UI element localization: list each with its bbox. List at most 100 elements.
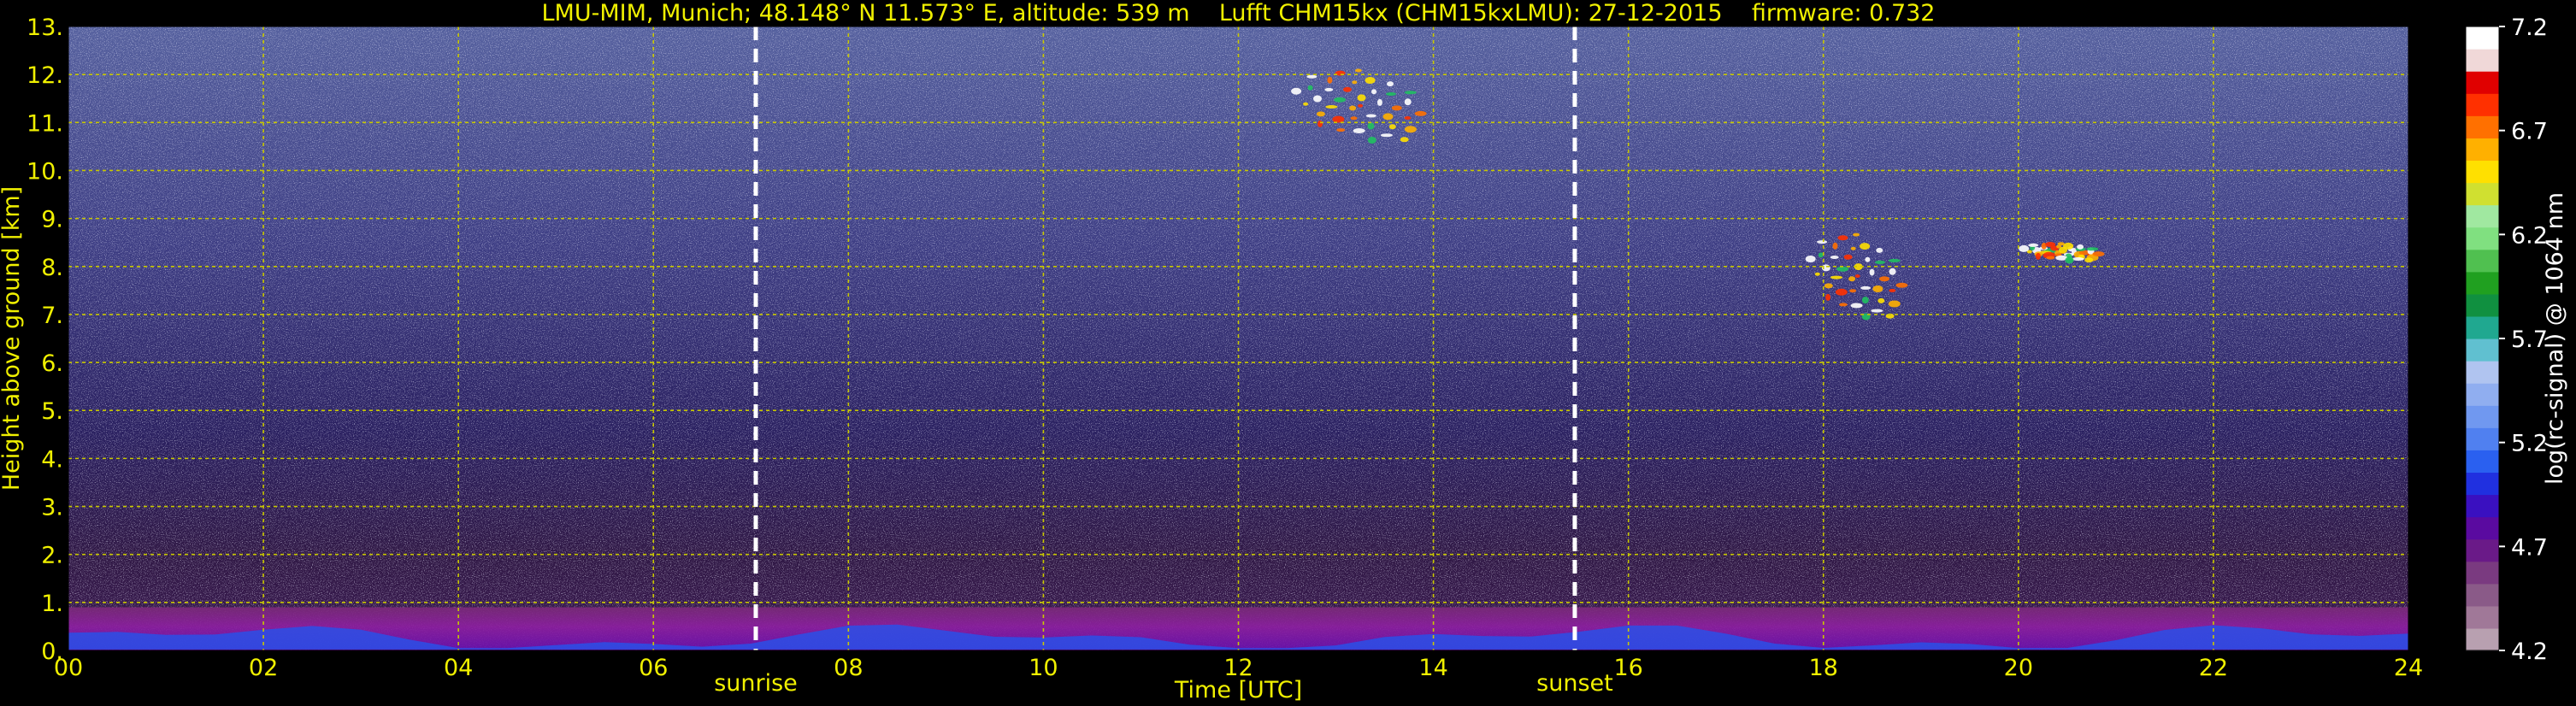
colorbar-segment (2466, 338, 2499, 362)
cloud-pixel (1316, 111, 1325, 117)
cloud-pixel (1354, 68, 1362, 73)
cloud-pixel (1380, 133, 1393, 138)
cloud-pixel (1824, 283, 1833, 289)
cloud-pixel (1832, 242, 1838, 250)
cloud-pixel (1367, 122, 1375, 130)
colorbar-segment (2466, 583, 2499, 607)
cloud-pixel (1327, 76, 1333, 84)
cloud-pixel (1313, 95, 1322, 103)
cloud-pixel (1853, 232, 1860, 237)
cloud-pixel (1805, 256, 1816, 262)
cloud-pixel (1877, 297, 1885, 303)
chart-title: LMU-MIM, Munich; 48.148° N 11.573° E, al… (542, 0, 1936, 26)
cloud-pixel (1888, 300, 1901, 308)
cloud-pixel (1895, 282, 1908, 288)
colorbar-segment (2466, 115, 2499, 138)
cloud-pixel (2063, 242, 2074, 250)
x-tick-label: 14 (1418, 655, 1447, 681)
cloud-pixel (2019, 244, 2030, 252)
signal-noise-texture (68, 26, 2408, 650)
colorbar-segment (2466, 627, 2499, 651)
y-tick-label: 9. (41, 207, 63, 233)
cloud-pixel (1386, 92, 1396, 96)
x-tick-label: 20 (2004, 655, 2033, 681)
colorbar-segment (2466, 516, 2499, 540)
y-tick-label: 10. (27, 158, 63, 185)
cloud-pixel (1861, 297, 1869, 304)
cloud-pixel (1404, 91, 1417, 95)
colorbar-segment (2466, 93, 2499, 116)
x-axis-label: Time [UTC] (1174, 677, 1302, 703)
cloud-pixel (1854, 274, 1860, 278)
cloud-pixel (1889, 268, 1896, 275)
cloud-pixel (1324, 87, 1334, 91)
colorbar-segment (2466, 293, 2499, 317)
y-tick-label: 5. (41, 398, 63, 425)
cloud-pixel (1365, 114, 1376, 118)
cloud-pixel (1352, 80, 1358, 85)
cloud-pixel (1325, 105, 1338, 109)
cloud-pixel (1836, 266, 1849, 272)
cloud-pixel (1317, 120, 1323, 127)
cloud-pixel (2077, 244, 2084, 250)
y-tick-label: 8. (41, 255, 63, 281)
y-tick-label: 2. (41, 543, 63, 569)
colorbar-label: log(rc-signal) @ 1064 nm (2542, 192, 2568, 485)
cloud-pixel (1838, 303, 1848, 307)
cloud-pixel (1860, 243, 1871, 250)
colorbar-segment (2466, 361, 2499, 384)
x-tick-label: 04 (444, 655, 473, 681)
y-tick-label: 3. (41, 495, 63, 521)
colorbar-segment (2466, 494, 2499, 518)
colorbar-segment (2466, 160, 2499, 184)
x-tick-label: 10 (1029, 655, 1058, 681)
x-tick-label: 18 (1809, 655, 1838, 681)
cloud-pixel (1817, 240, 1828, 244)
colorbar-segment (2466, 315, 2499, 339)
y-tick-label: 12. (27, 62, 63, 89)
cloud-pixel (1336, 128, 1346, 132)
y-tick-label: 11. (27, 110, 63, 137)
colorbar-segment (2466, 427, 2499, 450)
colorbar-segment (2466, 383, 2499, 406)
cloud-pixel (1404, 98, 1412, 106)
cloud-pixel (1888, 258, 1901, 262)
cloud-pixel (1876, 247, 1883, 253)
cloud-pixel (2035, 252, 2041, 260)
cloud-pixel (1334, 97, 1347, 103)
cloud-pixel (2072, 257, 2084, 261)
cloud-pixel (1814, 272, 1820, 276)
cloud-pixel (1860, 285, 1872, 290)
y-tick-label: 6. (41, 350, 63, 377)
cloud-pixel (1387, 81, 1394, 87)
cloud-pixel (1865, 256, 1871, 262)
x-tick-label: 08 (834, 655, 863, 681)
cloud-pixel (1850, 303, 1863, 309)
colorbar-segment (2466, 405, 2499, 428)
cloud-pixel (2084, 257, 2094, 263)
cloud-pixel (1349, 105, 1357, 111)
colorbar-segment (2466, 227, 2499, 250)
x-tick-label: 16 (1613, 655, 1642, 681)
colorbar-tick-label: 4.2 (2511, 638, 2548, 665)
cloud-pixel (1848, 276, 1856, 282)
cloud-pixel (1353, 128, 1365, 133)
cloud-pixel (1332, 115, 1345, 123)
colorbar-segment (2466, 605, 2499, 629)
cloud-pixel (1404, 116, 1412, 120)
cloud-pixel (1869, 268, 1875, 276)
cloud-pixel (1871, 309, 1883, 313)
cloud-pixel (2065, 256, 2074, 264)
colorbar-segment (2466, 138, 2499, 162)
cloud-pixel (1835, 288, 1848, 296)
colorbar-segment (2466, 271, 2499, 295)
cloud-pixel (1837, 235, 1848, 241)
cloud-pixel (2045, 242, 2056, 247)
sunset-label: sunset (1536, 670, 1613, 697)
cloud-pixel (1367, 137, 1376, 144)
ceilometer-chart: sunrise sunset00 02 04 06 08 10 12 14 16 18 20 22 240… (0, 0, 2568, 703)
colorbar-segment (2466, 561, 2499, 585)
cloud-pixel (1400, 137, 1409, 143)
cloud-pixel (1371, 89, 1376, 95)
y-tick-label: 7. (41, 303, 63, 329)
